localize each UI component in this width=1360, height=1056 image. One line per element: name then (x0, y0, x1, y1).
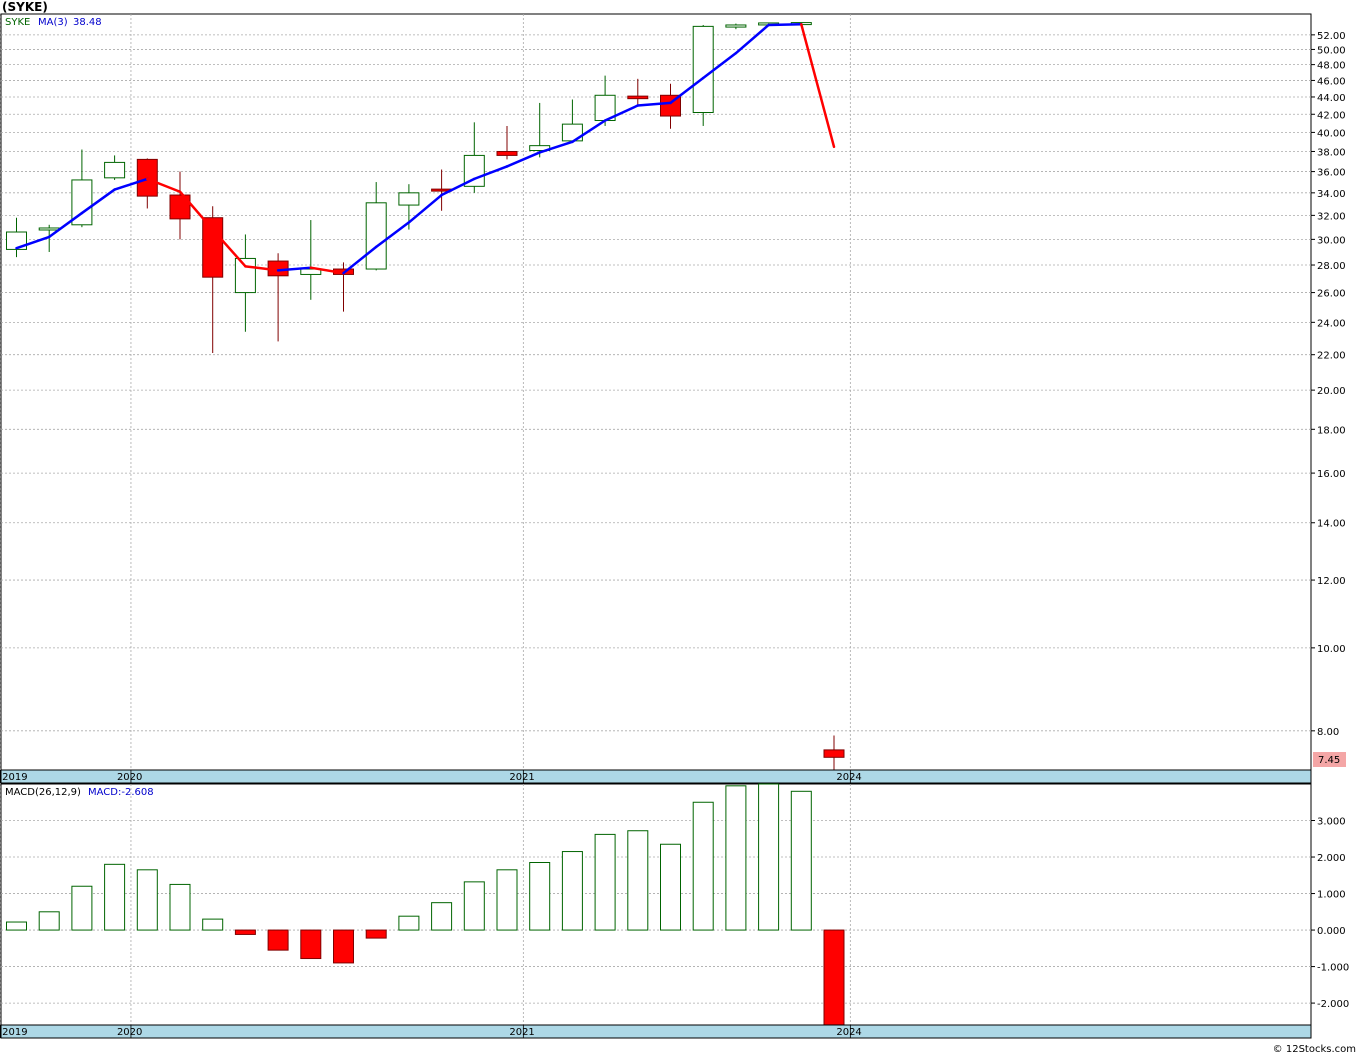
macd-bar (692, 801, 714, 931)
legend-ma-value: 38.48 (73, 17, 102, 28)
macd-bar (496, 869, 518, 931)
candle-body (627, 95, 649, 100)
macd-tick-label: 1.000 (1317, 890, 1346, 901)
macd-bar (267, 929, 289, 951)
price-tick-label: 48.00 (1317, 61, 1346, 72)
year-label: 2019 (2, 1027, 27, 1038)
macd-tick-label: 0.000 (1317, 926, 1346, 937)
macd-bar (398, 915, 420, 931)
candle-body (202, 217, 224, 278)
macd-tick-label: -2.000 (1317, 999, 1349, 1010)
year-label: 2020 (117, 1027, 142, 1038)
legend-ma: MA(3) (38, 17, 68, 28)
price-tick-label: 44.00 (1317, 93, 1346, 104)
price-tick-label: 46.00 (1317, 76, 1346, 87)
macd-bar (594, 833, 616, 931)
candle-body (104, 161, 126, 179)
macd-bar (660, 843, 681, 931)
macd-panel: 3.000 2.000 1.000 0.000 -1.000 -2.000 MACD(26… (0, 783, 1349, 1026)
year-label: 2021 (509, 772, 534, 783)
macd-y-axis: 3.000 2.000 1.000 0.000 -1.000 -2.000 (1311, 817, 1349, 1010)
macd-bar (529, 862, 551, 931)
macd-bar (202, 918, 224, 931)
year-label: 2024 (836, 772, 861, 783)
price-tick-label: 28.00 (1317, 261, 1346, 272)
price-tick-label: 52.00 (1317, 31, 1346, 42)
macd-bar (169, 883, 191, 931)
macd-tick-label: -1.000 (1317, 963, 1349, 974)
year-label: 2019 (2, 772, 27, 783)
price-tick-label: 36.00 (1317, 168, 1346, 179)
price-tick-label: 12.00 (1317, 576, 1346, 587)
price-tick-label: 32.00 (1317, 211, 1346, 222)
price-tick-label: 42.00 (1317, 110, 1346, 121)
macd-bar (365, 929, 387, 939)
price-tick-label: 38.00 (1317, 147, 1346, 158)
price-tick-label: 40.00 (1317, 128, 1346, 139)
macd-bar (136, 869, 158, 931)
macd-legend-value: MACD:-2.608 (88, 787, 154, 798)
candle-body (725, 24, 747, 28)
macd-bar (790, 790, 812, 931)
macd-bar (725, 785, 747, 931)
candle-body (692, 25, 714, 113)
macd-bar (627, 830, 649, 931)
last-price-label: 7.45 (1318, 755, 1340, 766)
macd-bar (561, 851, 583, 931)
price-tick-label: 26.00 (1317, 289, 1346, 300)
chart-title: (SYKE) (2, 0, 48, 14)
price-tick-label: 30.00 (1317, 235, 1346, 246)
price-panel: 52.00 50.00 48.00 46.00 44.00 42.00 40.00 38.00… (0, 13, 1346, 771)
macd-bar (234, 929, 256, 935)
macd-year-axis-band (0, 1024, 1312, 1039)
ma3-segment (767, 23, 803, 27)
macd-bar (431, 902, 453, 931)
footer-copyright: © 12Stocks.com (1273, 1044, 1356, 1055)
legend-symbol: SYKE (5, 17, 30, 28)
price-tick-label: 34.00 (1317, 189, 1346, 200)
price-panel-frame (0, 13, 1312, 771)
macd-tick-label: 2.000 (1317, 853, 1346, 864)
price-year-axis-band (0, 769, 1312, 784)
macd-bar (758, 783, 780, 931)
candle-body (496, 150, 518, 156)
price-y-axis: 52.00 50.00 48.00 46.00 44.00 42.00 40.00 38.00… (1311, 31, 1346, 738)
price-tick-label: 10.00 (1317, 644, 1346, 655)
year-label: 2020 (117, 772, 142, 783)
candle-body (38, 227, 60, 231)
macd-bar (300, 929, 322, 960)
price-tick-label: 50.00 (1317, 45, 1346, 56)
candle-body (365, 202, 387, 270)
macd-bar (38, 911, 60, 931)
price-tick-label: 22.00 (1317, 351, 1346, 362)
year-label: 2021 (509, 1027, 534, 1038)
price-tick-label: 24.00 (1317, 318, 1346, 329)
candle-body (398, 192, 420, 206)
price-tick-label: 20.00 (1317, 386, 1346, 397)
macd-tick-label: 3.000 (1317, 817, 1346, 828)
price-tick-label: 8.00 (1317, 727, 1339, 738)
candle-body (823, 749, 845, 758)
macd-bar (463, 881, 485, 931)
price-tick-label: 18.00 (1317, 425, 1346, 436)
price-tick-label: 14.00 (1317, 519, 1346, 530)
price-tick-label: 16.00 (1317, 469, 1346, 480)
macd-legend-name: MACD(26,12,9) (5, 787, 81, 798)
macd-bar (6, 921, 27, 931)
candle-body (234, 257, 256, 294)
macd-bar (71, 885, 93, 931)
stock-chart: (SYKE) 52.00 50.00 48.00 46.00 44.00 42.00 40.… (0, 0, 1356, 1055)
macd-bar (823, 929, 845, 1026)
macd-bar (104, 863, 126, 931)
year-label: 2024 (836, 1027, 861, 1038)
macd-bar (333, 929, 354, 964)
